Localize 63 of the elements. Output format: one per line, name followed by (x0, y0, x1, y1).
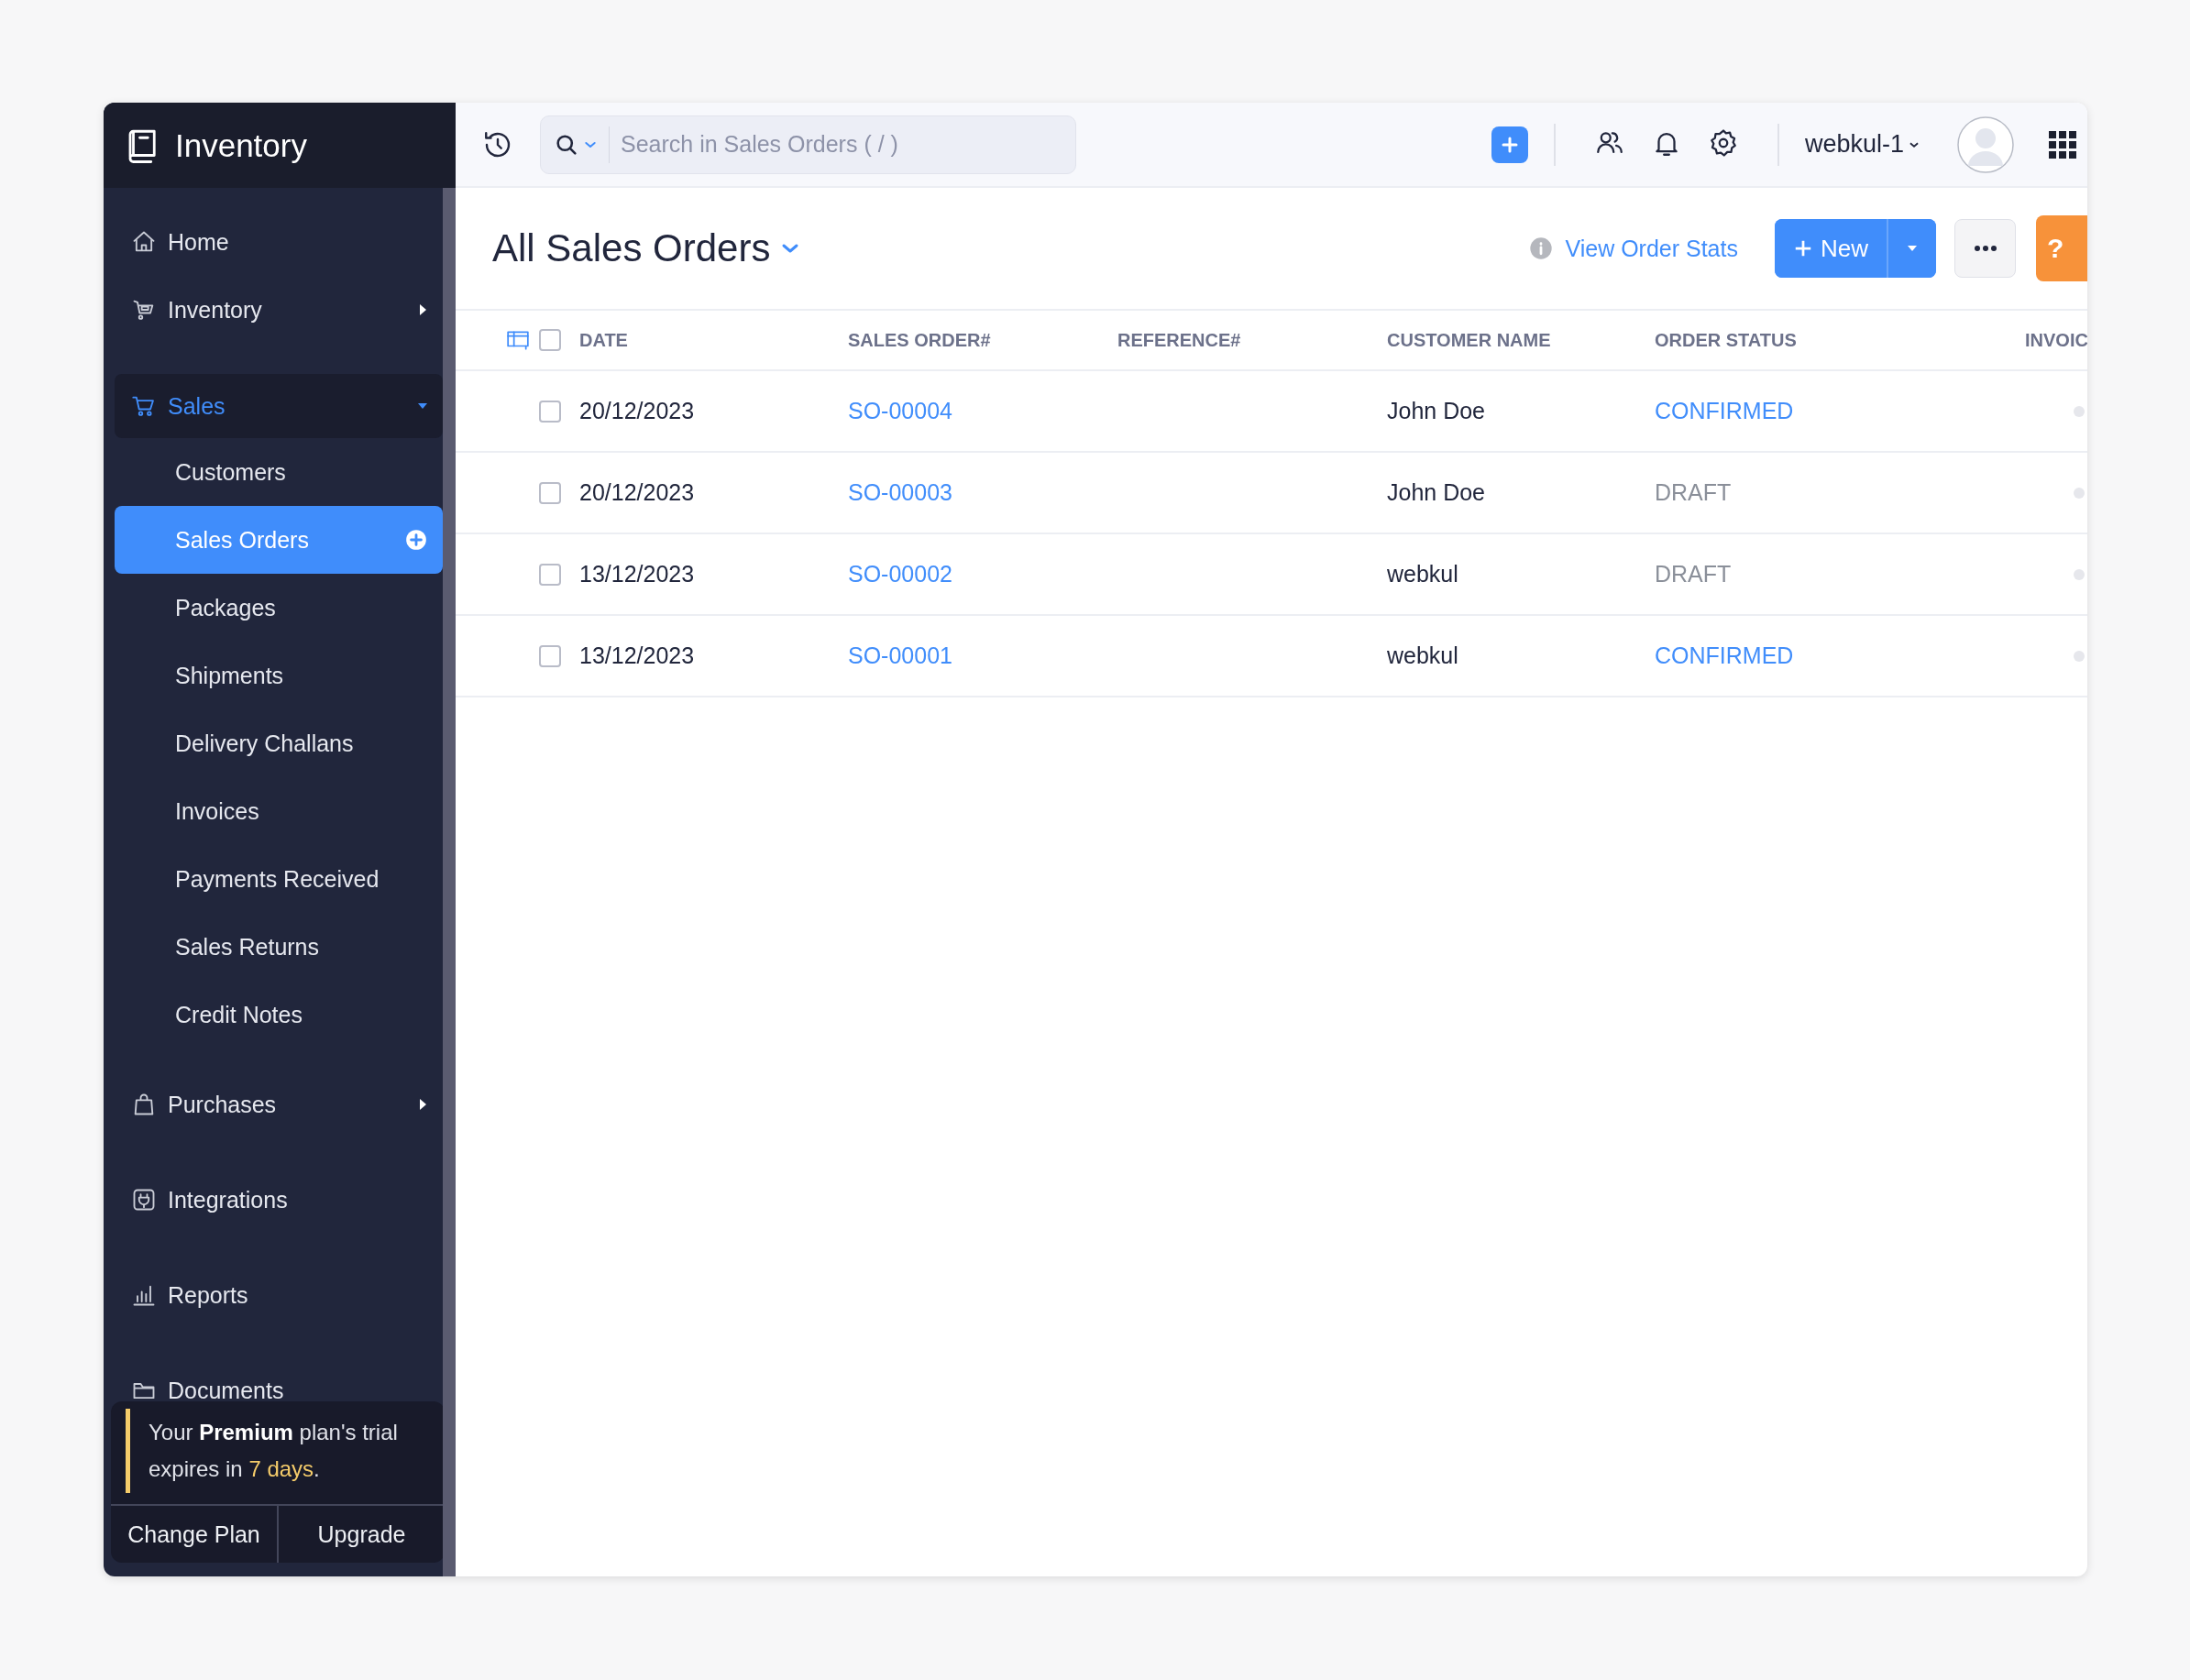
plug-icon (131, 1187, 157, 1213)
sidebar-item[interactable]: Packages (115, 574, 443, 642)
status-dot-icon (2073, 405, 2085, 417)
sidebar-item[interactable]: Customers (115, 438, 443, 506)
app-title: Inventory (175, 126, 307, 164)
column-header: DATE (579, 329, 628, 351)
status-text: CONFIRMED (1655, 642, 1794, 669)
sidebar-group[interactable]: Sales (115, 374, 443, 438)
sidebar-item[interactable]: Credit Notes (115, 981, 443, 1049)
sidebar-item[interactable]: Invoices (115, 777, 443, 845)
more-button[interactable] (1954, 219, 2016, 278)
plus-icon (1793, 238, 1813, 258)
status-dot-icon (2073, 568, 2085, 580)
table-cell: 20/12/2023 (579, 398, 695, 424)
sidebar-item[interactable]: Integrations (115, 1166, 443, 1234)
sidebar-item[interactable]: Payments Received (115, 845, 443, 913)
status-dot-icon (2073, 487, 2085, 499)
search-field[interactable]: Search in Sales Orders ( / ) (610, 131, 1075, 158)
sidebar-item[interactable]: Sales Returns (115, 913, 443, 981)
status-text: CONFIRMED (1655, 398, 1794, 424)
table-cell: 13/12/2023 (579, 561, 695, 587)
dropdown-button[interactable] (1887, 219, 1936, 278)
caret-right-icon (417, 303, 428, 316)
sidebar-item[interactable]: Home (115, 208, 443, 276)
quick-create-button[interactable] (1491, 126, 1528, 163)
plus-circle-icon (404, 528, 428, 552)
status-text: DRAFT (1655, 561, 1732, 587)
caret-down-icon (1906, 244, 1919, 253)
app-grid-icon[interactable] (2049, 130, 2076, 159)
table-cell: webkul (1387, 561, 1458, 587)
column-header: SALES ORDER# (848, 329, 991, 351)
select-all-checkbox[interactable] (539, 329, 561, 351)
table-cell: webkul (1387, 642, 1458, 669)
row-checkbox[interactable] (539, 400, 561, 423)
search-bar[interactable]: Search in Sales Orders ( / ) (540, 115, 1076, 174)
column-header: INVOIC (2025, 329, 2087, 351)
scrollbar[interactable] (443, 188, 456, 1576)
page-title[interactable]: All Sales Orders (492, 226, 771, 270)
column-header: CUSTOMER NAME (1387, 329, 1551, 351)
sidebar-item[interactable]: Delivery Challans (115, 709, 443, 777)
row-checkbox[interactable] (539, 644, 561, 667)
sidebar-item[interactable]: Documents (115, 1356, 443, 1401)
column-header: REFERENCE# (1117, 329, 1241, 351)
ellipsis-icon (1973, 245, 1997, 252)
table-cell: 13/12/2023 (579, 642, 695, 669)
sidebar-group[interactable]: Purchases (115, 1071, 443, 1138)
column-header: ORDER STATUS (1655, 329, 1797, 351)
table-cell: John Doe (1387, 398, 1486, 424)
row-checkbox[interactable] (539, 563, 561, 586)
table-cell: John Doe (1387, 479, 1486, 506)
columns-icon (506, 328, 530, 352)
organization-menu[interactable]: webkul-1 (1804, 130, 1920, 159)
table-cell: 20/12/2023 (579, 479, 695, 506)
caret-right-icon (417, 1098, 428, 1111)
sidebar-item[interactable]: Reports (115, 1261, 443, 1329)
avatar-icon[interactable] (1957, 115, 2014, 173)
plan-button[interactable]: Change Plan (111, 1506, 277, 1563)
status-dot-icon (2073, 650, 2085, 662)
sidebar-item[interactable]: Shipments (115, 642, 443, 709)
info-icon (1528, 236, 1555, 261)
row-checkbox[interactable] (539, 481, 561, 504)
status-text: DRAFT (1655, 479, 1732, 506)
sidebar-group[interactable]: Inventory (115, 276, 443, 344)
